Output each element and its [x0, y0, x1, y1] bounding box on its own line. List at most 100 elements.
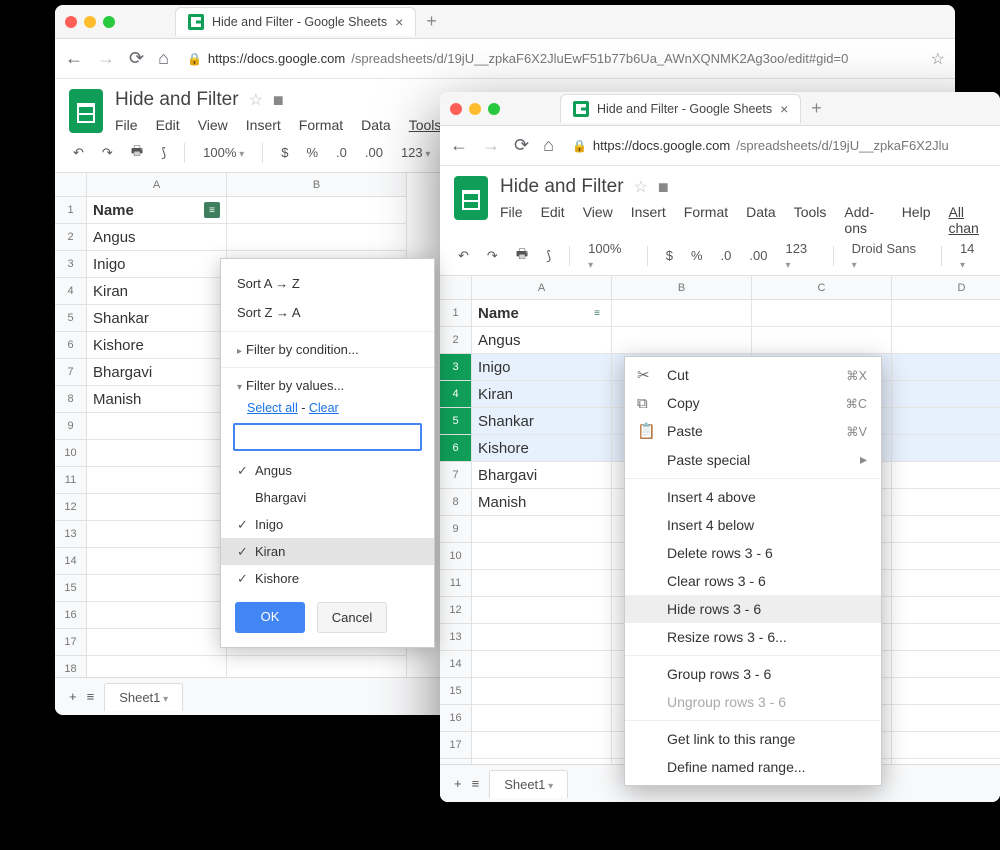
row-header[interactable]: 2 [55, 224, 87, 251]
row-header[interactable]: 13 [55, 521, 87, 548]
minimize-window-icon[interactable] [84, 16, 96, 28]
select-all-corner[interactable] [440, 276, 472, 300]
select-all-corner[interactable] [55, 173, 87, 197]
sheet-tab[interactable]: Sheet1 [104, 683, 183, 711]
cell[interactable] [87, 575, 227, 602]
cell[interactable] [87, 548, 227, 575]
col-header[interactable]: B [612, 276, 752, 300]
undo-icon[interactable]: ↶ [454, 248, 473, 264]
all-sheets-icon[interactable]: ≡ [87, 689, 95, 704]
cell[interactable]: Shankar [87, 305, 227, 332]
cell[interactable]: Kishore [87, 332, 227, 359]
cell[interactable]: Bhargavi [472, 462, 612, 489]
row-header[interactable]: 17 [440, 732, 472, 759]
redo-icon[interactable]: ↷ [98, 145, 117, 161]
star-icon[interactable]: ☆ [249, 90, 263, 110]
row-header[interactable]: 7 [55, 359, 87, 386]
ctx-cut[interactable]: ✂Cut⌘X [625, 361, 881, 389]
cell[interactable]: Kiran [87, 278, 227, 305]
cell[interactable] [892, 705, 1000, 732]
browser-tab[interactable]: Hide and Filter - Google Sheets × [560, 94, 801, 123]
col-header[interactable]: A [472, 276, 612, 300]
filter-icon[interactable]: ≡ [589, 305, 605, 321]
reload-icon[interactable]: ⟳ [514, 135, 529, 156]
ctx-paste[interactable]: 📋Paste⌘V [625, 417, 881, 445]
cell[interactable]: Inigo [472, 354, 612, 381]
row-header[interactable]: 9 [55, 413, 87, 440]
cell[interactable] [87, 413, 227, 440]
cell[interactable] [472, 570, 612, 597]
filter-value[interactable]: Bhargavi [221, 484, 434, 511]
increase-decimal-icon[interactable]: .00 [361, 145, 387, 160]
row-header[interactable]: 1 [55, 197, 87, 224]
redo-icon[interactable]: ↷ [483, 248, 502, 264]
row-header[interactable]: 2 [440, 327, 472, 354]
cell[interactable]: Angus [472, 327, 612, 354]
add-sheet-icon[interactable]: + [69, 689, 77, 704]
filter-icon[interactable]: ≡ [204, 202, 220, 218]
url-field[interactable]: 🔒 https://docs.google.com/spreadsheets/d… [183, 47, 917, 70]
sheet-tab[interactable]: Sheet1 [489, 770, 568, 798]
row-header[interactable]: 4 [55, 278, 87, 305]
filter-value[interactable]: Kishore [221, 565, 434, 592]
decrease-decimal-icon[interactable]: .0 [717, 248, 736, 263]
ctx-clear-rows[interactable]: Clear rows 3 - 6 [625, 567, 881, 595]
new-tab-icon[interactable]: + [426, 11, 437, 32]
cell[interactable] [87, 521, 227, 548]
sheets-logo-icon[interactable] [454, 176, 488, 220]
ctx-paste-special[interactable]: Paste special▸ [625, 445, 881, 474]
cell[interactable] [892, 516, 1000, 543]
star-icon[interactable]: ☆ [634, 177, 648, 197]
cell[interactable] [87, 602, 227, 629]
cell[interactable] [227, 224, 407, 251]
font-dropdown[interactable]: Droid Sans [848, 241, 927, 271]
row-header[interactable]: 14 [440, 651, 472, 678]
filter-by-condition[interactable]: ▸Filter by condition... [221, 336, 434, 363]
increase-decimal-icon[interactable]: .00 [745, 248, 771, 263]
row-header[interactable]: 16 [55, 602, 87, 629]
row-header[interactable]: 6 [440, 435, 472, 462]
filter-value[interactable]: Angus [221, 457, 434, 484]
menu-file[interactable]: File [115, 117, 138, 133]
menu-insert[interactable]: Insert [631, 204, 666, 236]
row-header[interactable]: 8 [55, 386, 87, 413]
row-header[interactable]: 14 [55, 548, 87, 575]
cell[interactable] [227, 197, 407, 224]
cancel-button[interactable]: Cancel [317, 602, 387, 633]
menu-add-ons[interactable]: Add-ons [844, 204, 883, 236]
cell[interactable] [892, 327, 1000, 354]
forward-icon[interactable]: → [97, 48, 115, 69]
cell[interactable]: Bhargavi [87, 359, 227, 386]
forward-icon[interactable]: → [482, 135, 500, 156]
close-window-icon[interactable] [450, 103, 462, 115]
cell[interactable] [87, 467, 227, 494]
menu-edit[interactable]: Edit [156, 117, 180, 133]
cell[interactable] [472, 732, 612, 759]
row-header[interactable]: 8 [440, 489, 472, 516]
folder-icon[interactable]: ■ [273, 90, 284, 111]
currency-format-icon[interactable]: $ [277, 145, 292, 160]
cell[interactable] [612, 300, 752, 327]
cell[interactable] [892, 570, 1000, 597]
cell[interactable]: Kiran [472, 381, 612, 408]
menu-view[interactable]: View [198, 117, 228, 133]
select-all-link[interactable]: Select all [247, 401, 298, 415]
row-header[interactable]: 10 [440, 543, 472, 570]
cell[interactable] [892, 489, 1000, 516]
menu-all-chan[interactable]: All chan [948, 204, 986, 236]
minimize-window-icon[interactable] [469, 103, 481, 115]
ok-button[interactable]: OK [235, 602, 305, 633]
url-field[interactable]: 🔒 https://docs.google.com/spreadsheets/d… [568, 134, 990, 157]
cell[interactable]: Kishore [472, 435, 612, 462]
row-header[interactable]: 7 [440, 462, 472, 489]
cell[interactable] [892, 408, 1000, 435]
menu-data[interactable]: Data [746, 204, 776, 236]
percent-format-icon[interactable]: % [687, 248, 707, 263]
cell[interactable]: Angus [87, 224, 227, 251]
maximize-window-icon[interactable] [488, 103, 500, 115]
percent-format-icon[interactable]: % [302, 145, 322, 160]
cell[interactable] [892, 543, 1000, 570]
cell[interactable] [472, 705, 612, 732]
col-header[interactable]: A [87, 173, 227, 197]
close-window-icon[interactable] [65, 16, 77, 28]
